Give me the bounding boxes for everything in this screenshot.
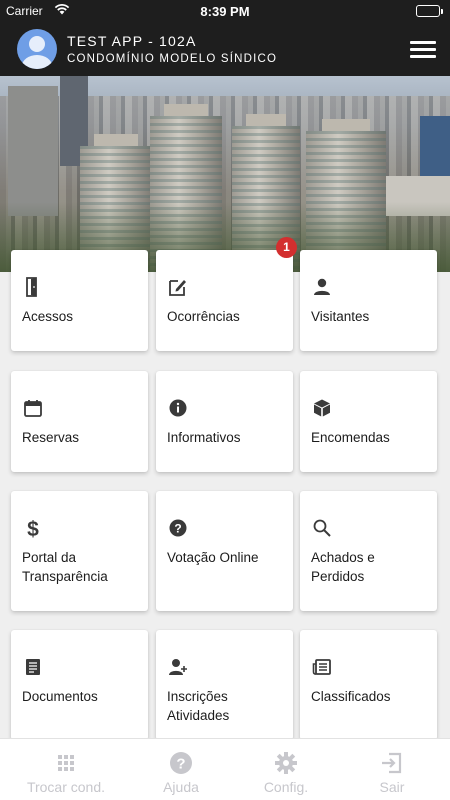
tile-label: Votação Online	[167, 550, 259, 565]
tile-votacao-online[interactable]: ? Votação Online	[156, 491, 293, 611]
tile-acessos[interactable]: Acessos	[11, 250, 148, 351]
tab-config[interactable]: Config.	[230, 739, 342, 800]
calendar-icon	[22, 397, 44, 419]
tab-label: Sair	[379, 779, 405, 795]
tile-visitantes[interactable]: Visitantes	[300, 250, 437, 351]
tile-informativos[interactable]: Informativos	[156, 371, 293, 472]
tile-label: Ocorrências	[167, 309, 240, 324]
search-icon	[311, 517, 333, 539]
tile-label: Visitantes	[311, 309, 370, 324]
avatar[interactable]	[17, 29, 57, 69]
dollar-icon: $	[22, 517, 44, 541]
question-icon: ?	[167, 517, 189, 539]
tile-label: Reservas	[22, 430, 80, 445]
help-icon: ?	[169, 751, 193, 775]
tile-encomendas[interactable]: Encomendas	[300, 371, 437, 472]
tile-label: Informativos	[167, 430, 241, 445]
condo-subtitle: CONDOMÍNIO MODELO SÍNDICO	[67, 53, 278, 65]
tab-trocar-cond[interactable]: Trocar cond.	[10, 739, 122, 800]
tile-label: Classificados	[311, 689, 391, 704]
svg-text:?: ?	[174, 521, 181, 535]
tile-portal-transparencia[interactable]: $ Portal da Transparência	[11, 491, 148, 611]
box-icon	[311, 397, 333, 419]
feature-grid: Acessos Ocorrências Visitantes Reservas …	[0, 250, 450, 740]
tab-label: Ajuda	[163, 779, 199, 795]
hero-image	[0, 76, 450, 272]
person-icon	[311, 276, 333, 298]
bottom-nav: Trocar cond. ? Ajuda Config. Sair	[0, 738, 450, 800]
gear-icon	[274, 751, 298, 775]
tab-ajuda[interactable]: ? Ajuda	[125, 739, 237, 800]
tab-label: Trocar cond.	[26, 779, 106, 795]
status-bar: Carrier 8:39 PM	[0, 0, 450, 22]
tile-documentos[interactable]: Documentos	[11, 630, 148, 740]
svg-text:?: ?	[176, 756, 185, 773]
newspaper-icon	[311, 656, 333, 678]
notification-badge: 1	[276, 237, 297, 258]
tile-reservas[interactable]: Reservas	[11, 371, 148, 472]
person-add-icon	[167, 656, 189, 678]
tile-inscricoes-atividades[interactable]: Inscrições Atividades	[156, 630, 293, 740]
tile-classificados[interactable]: Classificados	[300, 630, 437, 740]
tile-label: Documentos	[22, 689, 98, 704]
svg-text:$: $	[27, 518, 39, 539]
tile-label: Acessos	[22, 309, 74, 324]
app-header: TEST APP - 102A CONDOMÍNIO MODELO SÍNDIC…	[0, 22, 450, 76]
door-icon	[22, 276, 44, 298]
grid-icon	[54, 751, 78, 775]
battery-icon	[416, 5, 443, 17]
tab-label: Config.	[263, 779, 309, 795]
app-title: TEST APP - 102A	[67, 33, 197, 49]
info-icon	[167, 397, 189, 419]
tile-label: Portal da Transparência	[22, 550, 108, 584]
hamburger-menu-icon[interactable]	[410, 41, 436, 59]
tab-sair[interactable]: Sair	[336, 739, 448, 800]
tile-label: Encomendas	[311, 430, 390, 445]
tile-achados-perdidos[interactable]: Achados e Perdidos	[300, 491, 437, 611]
tile-ocorrencias[interactable]: Ocorrências	[156, 250, 293, 351]
document-icon	[22, 656, 44, 678]
logout-icon	[380, 751, 404, 775]
tile-label: Achados e Perdidos	[311, 550, 375, 584]
edit-icon	[167, 276, 189, 298]
clock: 8:39 PM	[200, 4, 250, 19]
tile-label: Inscrições Atividades	[167, 689, 230, 723]
